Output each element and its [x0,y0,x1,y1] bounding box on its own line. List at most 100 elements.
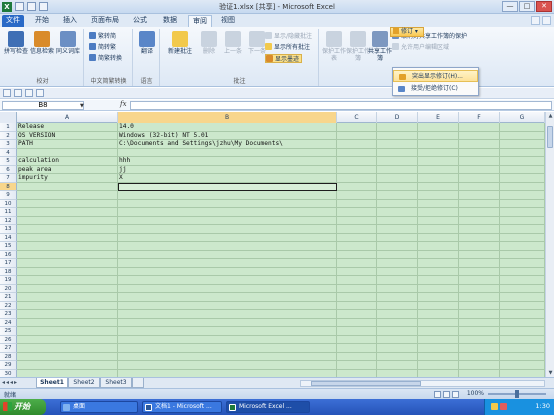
cell-f13[interactable] [459,225,500,234]
cell-g6[interactable] [500,165,545,174]
cell-b2[interactable]: Windows (32-bit) NT 5.01 [118,131,337,140]
column-header-c[interactable]: C [337,112,377,123]
cell-c22[interactable] [337,301,377,310]
cell-d25[interactable] [377,327,418,336]
sheet-tab-3[interactable]: Sheet3 [100,378,132,388]
cell-b23[interactable] [118,310,337,319]
cell-d16[interactable] [377,250,418,259]
traditional-to-simplified-button[interactable]: 繁转简 [89,32,116,41]
cell-f8[interactable] [459,182,500,191]
row-header[interactable]: 22 [0,301,17,310]
cell-c11[interactable] [337,208,377,217]
cell-f16[interactable] [459,250,500,259]
vertical-scroll-thumb[interactable] [547,126,553,148]
cell-e9[interactable] [418,191,459,200]
cell-g29[interactable] [500,361,545,370]
row-header[interactable]: 6 [0,165,17,174]
cell-a27[interactable] [17,344,118,353]
horizontal-scroll-thumb[interactable] [311,381,421,386]
cell-b12[interactable] [118,216,337,225]
delete-comment-button[interactable]: 删除 [197,31,221,55]
row-header[interactable]: 23 [0,310,17,319]
cell-f6[interactable] [459,165,500,174]
name-box-dropdown-icon[interactable]: ▼ [80,103,84,109]
cell-e14[interactable] [418,233,459,242]
cell-b5[interactable]: hhh [118,157,337,166]
cell-d8[interactable] [377,182,418,191]
cell-d9[interactable] [377,191,418,200]
cell-c18[interactable] [337,267,377,276]
cell-a7[interactable]: impurity [17,174,118,183]
row-header[interactable]: 3 [0,140,17,149]
cell-e25[interactable] [418,327,459,336]
row-header[interactable]: 2 [0,131,17,140]
cell-g27[interactable] [500,344,545,353]
cell-f28[interactable] [459,352,500,361]
cell-d22[interactable] [377,301,418,310]
cell-a22[interactable] [17,301,118,310]
row-header[interactable]: 7 [0,174,17,183]
clock[interactable]: 1:30 [535,402,550,410]
cell-a15[interactable] [17,242,118,251]
row-header[interactable]: 21 [0,293,17,302]
network-icon[interactable] [491,403,498,410]
cell-c10[interactable] [337,199,377,208]
cell-e1[interactable] [418,123,459,132]
maximize-button[interactable]: □ [519,1,535,12]
cell-e4[interactable] [418,148,459,157]
normal-view-icon[interactable] [434,391,441,398]
cell-a10[interactable] [17,199,118,208]
cell-a21[interactable] [17,293,118,302]
cell-b7[interactable]: X [118,174,337,183]
cell-c21[interactable] [337,293,377,302]
protect-workbook-button[interactable]: 保护工作簿 [346,31,370,62]
cell-e15[interactable] [418,242,459,251]
security-icon[interactable] [500,403,507,410]
cell-b10[interactable] [118,199,337,208]
cell-g17[interactable] [500,259,545,268]
cell-d11[interactable] [377,208,418,217]
cell-c28[interactable] [337,352,377,361]
column-header-f[interactable]: F [459,112,500,123]
cell-e28[interactable] [418,352,459,361]
translate-button[interactable]: 翻译 [135,31,159,55]
cell-f30[interactable] [459,369,500,377]
page-break-view-icon[interactable] [452,391,459,398]
cell-g18[interactable] [500,267,545,276]
row-header[interactable]: 14 [0,233,17,242]
cell-f14[interactable] [459,233,500,242]
tab-home[interactable]: 开始 [30,15,54,27]
cell-c7[interactable] [337,174,377,183]
cell-c16[interactable] [337,250,377,259]
cell-e2[interactable] [418,131,459,140]
zoom-slider[interactable] [488,390,546,398]
cell-c6[interactable] [337,165,377,174]
cell-a14[interactable] [17,233,118,242]
cell-e11[interactable] [418,208,459,217]
cell-e17[interactable] [418,259,459,268]
row-header[interactable]: 17 [0,259,17,268]
column-header-a[interactable]: A [17,112,118,123]
cell-g3[interactable] [500,140,545,149]
cell-d3[interactable] [377,140,418,149]
cell-g21[interactable] [500,293,545,302]
insert-function-icon[interactable]: fx [120,100,127,108]
row-header[interactable]: 10 [0,199,17,208]
new-comment-button[interactable]: 新建批注 [165,31,195,55]
cell-g12[interactable] [500,216,545,225]
cell-d10[interactable] [377,199,418,208]
cell-f29[interactable] [459,361,500,370]
vertical-scrollbar[interactable]: ▲ ▼ [545,112,554,377]
cell-d28[interactable] [377,352,418,361]
cell-b17[interactable] [118,259,337,268]
customize-toolbar-icon[interactable] [36,89,44,97]
cell-c29[interactable] [337,361,377,370]
cell-d13[interactable] [377,225,418,234]
cell-d5[interactable] [377,157,418,166]
cell-g15[interactable] [500,242,545,251]
start-button[interactable]: 开始 [0,399,46,415]
highlight-changes-menu-item[interactable]: 突出显示修订(H)... [393,70,478,82]
cell-f26[interactable] [459,335,500,344]
row-header[interactable]: 15 [0,242,17,251]
cell-c30[interactable] [337,369,377,377]
